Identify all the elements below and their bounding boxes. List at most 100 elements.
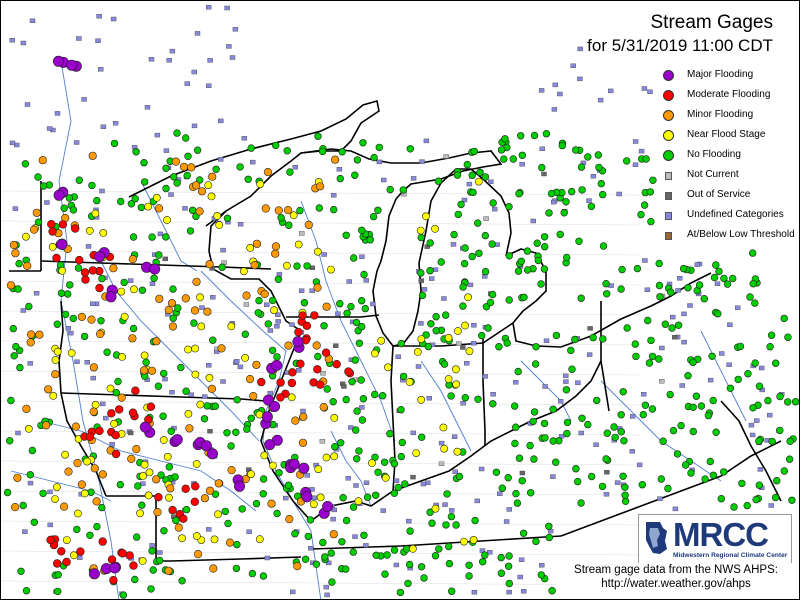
legend-label: At/Below Low Threshold: [687, 229, 795, 240]
gage-marker: [128, 334, 137, 343]
gage-marker: [247, 414, 256, 422]
gage-marker: [406, 145, 414, 153]
gage-marker: [636, 462, 643, 468]
gage-marker: [667, 288, 675, 296]
gage-marker: [534, 256, 542, 265]
gage-marker: [129, 324, 138, 333]
gage-marker: [449, 508, 455, 513]
gage-marker: [227, 322, 236, 331]
gage-marker: [584, 153, 592, 161]
gage-marker: [444, 333, 453, 342]
gage-marker: [32, 208, 41, 217]
gage-marker: [90, 375, 96, 381]
gage-marker: [233, 396, 241, 404]
gage-marker: [358, 322, 366, 331]
gage-marker: [746, 293, 754, 301]
gage-marker: [330, 516, 336, 522]
gage-marker: [74, 359, 80, 364]
gage-marker: [515, 190, 523, 198]
gage-marker: [360, 270, 368, 279]
gage-marker: [207, 384, 216, 394]
gage-marker: [594, 151, 602, 159]
gage-marker: [435, 545, 443, 553]
gage-marker: [190, 319, 198, 327]
gage-marker: [497, 146, 506, 154]
gage-marker: [272, 141, 280, 150]
gage-marker: [200, 494, 209, 503]
gage-marker: [274, 206, 283, 215]
gage-marker: [418, 278, 424, 283]
gage-marker: [767, 412, 773, 418]
gage-marker: [173, 129, 181, 137]
gage-marker: [558, 141, 566, 150]
gage-marker: [311, 495, 317, 500]
gage-marker: [149, 263, 161, 275]
gage-marker: [77, 480, 86, 489]
gage-marker: [712, 261, 720, 269]
gage-marker: [264, 320, 272, 328]
gage-marker: [573, 477, 582, 486]
gage-marker: [359, 254, 365, 259]
gage-marker: [291, 416, 300, 425]
gage-marker: [300, 299, 309, 307]
gage-marker: [5, 437, 14, 445]
gage-marker: [220, 247, 226, 253]
gage-marker: [288, 458, 300, 470]
gage-marker: [264, 439, 276, 451]
gage-marker: [290, 589, 296, 595]
gage-marker: [322, 453, 331, 462]
gage-marker: [395, 354, 401, 359]
gage-marker: [184, 409, 193, 418]
gage-marker: [440, 360, 449, 368]
gage-marker: [715, 267, 723, 276]
gage-marker: [261, 204, 270, 213]
gage-marker: [602, 290, 611, 298]
gage-marker: [469, 188, 477, 197]
gage-marker: [655, 259, 663, 268]
gage-marker: [529, 417, 537, 426]
gage-marker: [263, 168, 273, 177]
source-line-2: http://water.weather.gov/ahps: [601, 578, 751, 590]
gage-marker: [370, 153, 378, 162]
gage-marker: [197, 187, 207, 196]
gage-marker: [47, 220, 56, 229]
gage-marker: [111, 431, 120, 440]
gage-marker: [648, 352, 657, 361]
gage-marker: [159, 436, 168, 444]
gage-marker: [757, 467, 764, 472]
gage-marker: [470, 147, 478, 156]
gage-marker: [69, 206, 78, 214]
mrcc-logo: MRCC Midwestern Regional Climate Center: [638, 514, 792, 564]
gage-marker: [250, 261, 259, 270]
gage-marker: [203, 307, 212, 316]
gage-marker: [73, 459, 82, 468]
gage-marker: [15, 259, 23, 268]
gage-marker: [75, 176, 84, 184]
gage-marker: [210, 535, 219, 544]
gage-marker: [26, 471, 34, 479]
gage-marker: [233, 540, 241, 549]
gage-marker: [426, 267, 434, 275]
gage-marker: [227, 466, 236, 475]
gage-marker: [516, 132, 525, 140]
gage-marker: [505, 252, 513, 260]
gage-marker: [692, 392, 701, 400]
gage-marker: [237, 364, 244, 370]
gage-marker: [264, 302, 270, 307]
gage-marker: [134, 482, 142, 490]
gage-marker: [393, 562, 400, 568]
map-title-block: Stream Gages for 5/31/2019 11:00 CDT: [587, 11, 773, 57]
gage-marker: [314, 352, 322, 361]
gage-marker: [504, 562, 513, 570]
gage-marker: [642, 155, 650, 163]
gage-marker: [784, 333, 792, 341]
gage-marker: [352, 426, 360, 434]
gage-marker: [545, 533, 553, 542]
gage-marker: [530, 455, 538, 463]
gage-marker: [285, 221, 293, 229]
gage-marker: [296, 368, 302, 373]
gage-marker: [342, 565, 350, 573]
gage-marker: [308, 546, 314, 551]
gage-marker: [357, 376, 365, 384]
gage-marker: [178, 534, 186, 543]
